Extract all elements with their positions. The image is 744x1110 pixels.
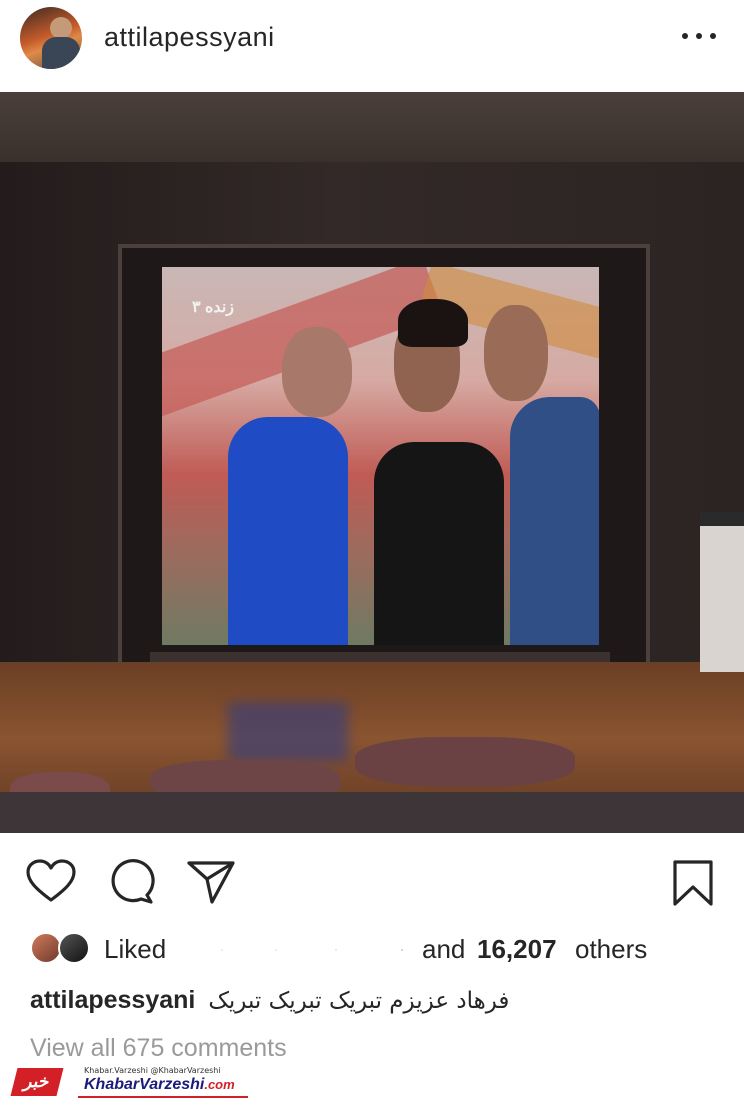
likes-row: Liked and 16,207 others [30, 930, 730, 970]
floor-reflection [228, 702, 348, 762]
screen-person-hair [398, 299, 468, 347]
bookmark-icon[interactable] [672, 859, 714, 907]
view-all-comments-link[interactable]: View all 675 comments [30, 1034, 287, 1063]
screen-person-right [510, 397, 599, 645]
action-bar [0, 845, 744, 915]
watermark-social: Khabar.Varzeshi @KhabarVarzeshi [84, 1066, 221, 1075]
avatar-face [50, 17, 72, 39]
obscured-liker-name [221, 949, 403, 951]
more-dot [682, 33, 688, 39]
likes-count[interactable]: 16,207 [477, 934, 557, 965]
sofa-pillow [355, 737, 575, 787]
watermark-underline [78, 1096, 248, 1098]
side-cabinet [700, 512, 744, 672]
more-dot [696, 33, 702, 39]
avatar-body [42, 37, 80, 69]
others-label[interactable]: others [575, 934, 647, 965]
screen-person-head [282, 327, 352, 417]
send-icon[interactable] [186, 859, 236, 905]
photo-ceiling [0, 92, 744, 162]
post-photo[interactable]: زنده ۳ [0, 92, 744, 833]
screen-person-black [374, 442, 504, 645]
watermark-mark: خبر [10, 1068, 64, 1096]
more-options-icon[interactable] [682, 26, 716, 46]
liked-label: Liked [104, 934, 167, 964]
projector-screen: زنده ۳ [162, 267, 599, 645]
watermark-brand-name: KhabarVarzeshi [84, 1076, 205, 1093]
and-label: and [422, 934, 466, 964]
screen-person-blue [228, 417, 348, 645]
comment-icon[interactable] [107, 859, 155, 905]
screen-person-head [484, 305, 548, 401]
watermark-brand: KhabarVarzeshi.com [84, 1076, 235, 1094]
watermark-logo: خبر Khabar.Varzeshi @KhabarVarzeshi Khab… [10, 1064, 254, 1098]
sofa [0, 792, 744, 833]
side-device [700, 512, 744, 526]
liker-avatar[interactable] [58, 932, 90, 964]
tv-channel-logo: زنده ۳ [192, 299, 234, 316]
more-dot [710, 33, 716, 39]
post-header: attilapessyani [0, 0, 744, 92]
caption-text: فرهاد عزیزم تبریک تبریک تبریک [208, 988, 510, 1014]
avatar[interactable] [20, 7, 82, 69]
watermark-domain: .com [204, 1077, 235, 1092]
post-username[interactable]: attilapessyani [104, 22, 275, 53]
caption-username[interactable]: attilapessyani [30, 986, 195, 1014]
post-caption: attilapessyani فرهاد عزیزم تبریک تبریک ت… [30, 986, 730, 1022]
heart-icon[interactable] [26, 859, 76, 903]
